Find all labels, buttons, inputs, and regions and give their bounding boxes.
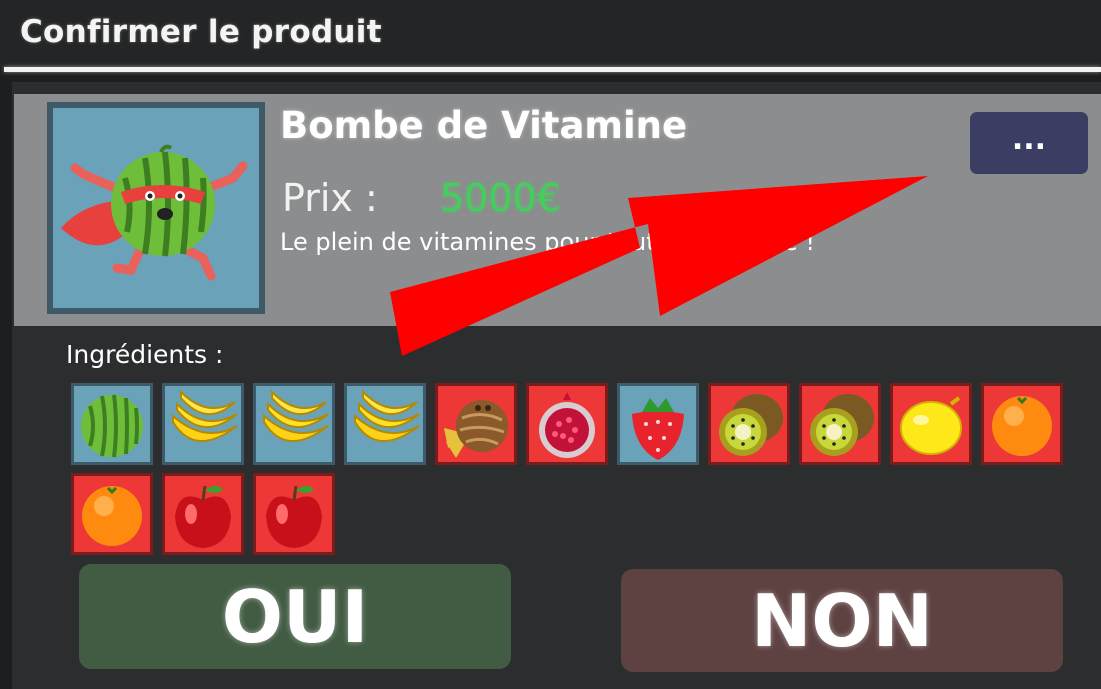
ingredient-tile-orange bbox=[981, 383, 1063, 465]
ingredient-tile-banana bbox=[253, 383, 335, 465]
dialog-header: Confirmer le produit bbox=[0, 0, 1101, 68]
orange-icon bbox=[82, 486, 142, 546]
strawberry-icon bbox=[632, 398, 684, 460]
banana-icon bbox=[172, 389, 238, 442]
no-button[interactable]: NON bbox=[621, 569, 1063, 672]
ingredient-tile-banana bbox=[344, 383, 426, 465]
ingredient-tile-kiwi bbox=[799, 383, 881, 465]
banana-icon bbox=[354, 389, 420, 442]
ingredient-tile-orange bbox=[71, 473, 153, 555]
kiwi-icon bbox=[719, 394, 783, 456]
coconut-icon bbox=[444, 400, 508, 458]
ingredient-tile-apple bbox=[253, 473, 335, 555]
yes-button[interactable]: OUI bbox=[79, 564, 511, 669]
kiwi-icon bbox=[810, 394, 874, 456]
price-value: 5000€ bbox=[440, 176, 561, 220]
ingredient-tile-lemon bbox=[890, 383, 972, 465]
pomegranate-icon bbox=[539, 392, 595, 458]
ingredient-tile-coconut bbox=[435, 383, 517, 465]
ingredient-tile-banana bbox=[162, 383, 244, 465]
lemon-icon bbox=[900, 396, 962, 455]
dialog-title: Confirmer le produit bbox=[20, 14, 382, 50]
apple-icon bbox=[266, 485, 322, 548]
ingredient-tile-watermelon bbox=[71, 383, 153, 465]
product-description: Le plein de vitamines pour toute la jour… bbox=[280, 228, 816, 256]
apple-icon bbox=[175, 485, 231, 548]
orange-icon bbox=[992, 396, 1052, 456]
more-options-button[interactable]: ... bbox=[970, 112, 1088, 174]
ingredient-tile-apple bbox=[162, 473, 244, 555]
banana-icon bbox=[263, 389, 329, 442]
ingredients-label: Ingrédients : bbox=[66, 340, 224, 369]
watermelon-icon bbox=[81, 394, 143, 458]
ingredient-tile-strawberry bbox=[617, 383, 699, 465]
watermelon-superhero-icon bbox=[61, 144, 248, 281]
price-label: Prix : bbox=[282, 176, 378, 220]
ingredient-tile-pomegranate bbox=[526, 383, 608, 465]
ingredient-tile-kiwi bbox=[708, 383, 790, 465]
product-image bbox=[47, 102, 265, 314]
header-divider bbox=[4, 67, 1101, 72]
product-name: Bombe de Vitamine bbox=[280, 104, 688, 147]
